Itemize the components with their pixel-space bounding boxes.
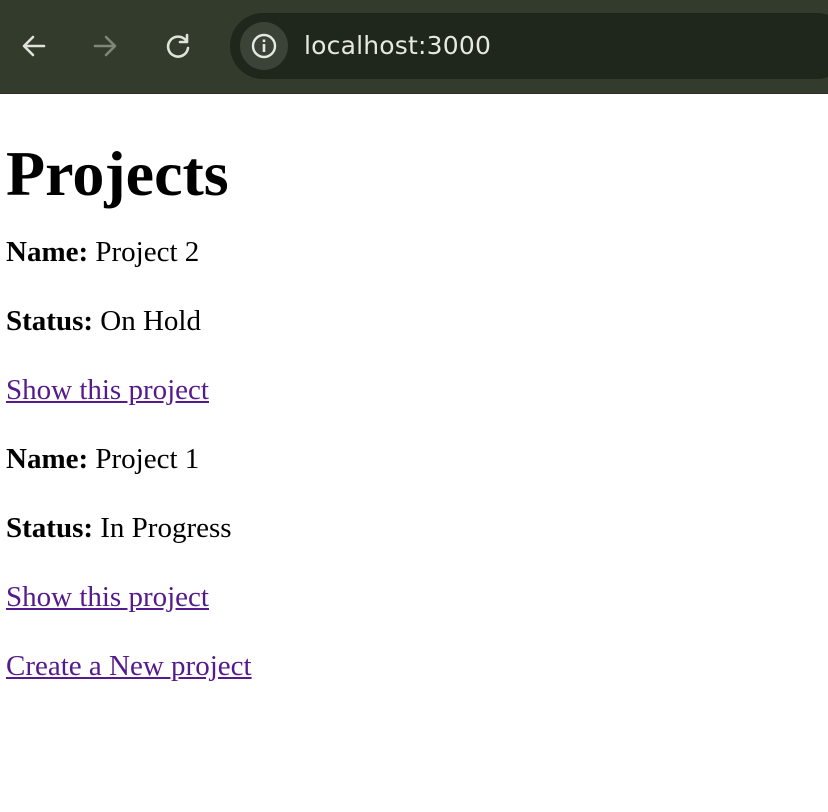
address-bar[interactable]: localhost:3000: [230, 13, 828, 79]
project-link-row: Show this project: [6, 372, 822, 408]
arrow-right-icon: [93, 35, 117, 57]
name-value: Project 2: [95, 236, 200, 268]
name-value: Project 1: [95, 443, 200, 475]
reload-icon: [166, 33, 190, 58]
show-project-link[interactable]: Show this project: [6, 374, 209, 406]
show-project-link[interactable]: Show this project: [6, 581, 209, 613]
status-value: On Hold: [100, 305, 201, 337]
page-title: Projects: [6, 138, 229, 209]
name-label: Name:: [6, 443, 89, 475]
new-project-row: Create a New project: [6, 648, 822, 684]
project-status: Status: On Hold: [6, 303, 822, 339]
project-item: Name: Project 1 Status: In Progress Show…: [6, 441, 822, 615]
create-new-project-link[interactable]: Create a New project: [6, 650, 252, 682]
forward-button[interactable]: [84, 25, 126, 67]
url-text[interactable]: localhost:3000: [304, 30, 491, 62]
arrow-left-icon: [22, 35, 46, 57]
info-icon: [251, 33, 277, 59]
status-label: Status:: [6, 305, 94, 337]
name-label: Name:: [6, 236, 89, 268]
page-content: Projects Name: Project 2 Status: On Hold…: [0, 94, 828, 684]
browser-toolbar: localhost:3000: [0, 0, 828, 94]
site-info-button[interactable]: [240, 22, 288, 70]
project-name: Name: Project 1: [6, 441, 822, 477]
project-status: Status: In Progress: [6, 510, 822, 546]
reload-button[interactable]: [157, 25, 199, 67]
back-button[interactable]: [13, 25, 55, 67]
status-value: In Progress: [100, 512, 232, 544]
status-label: Status:: [6, 512, 94, 544]
project-link-row: Show this project: [6, 579, 822, 615]
project-name: Name: Project 2: [6, 234, 822, 270]
project-item: Name: Project 2 Status: On Hold Show thi…: [6, 234, 822, 408]
